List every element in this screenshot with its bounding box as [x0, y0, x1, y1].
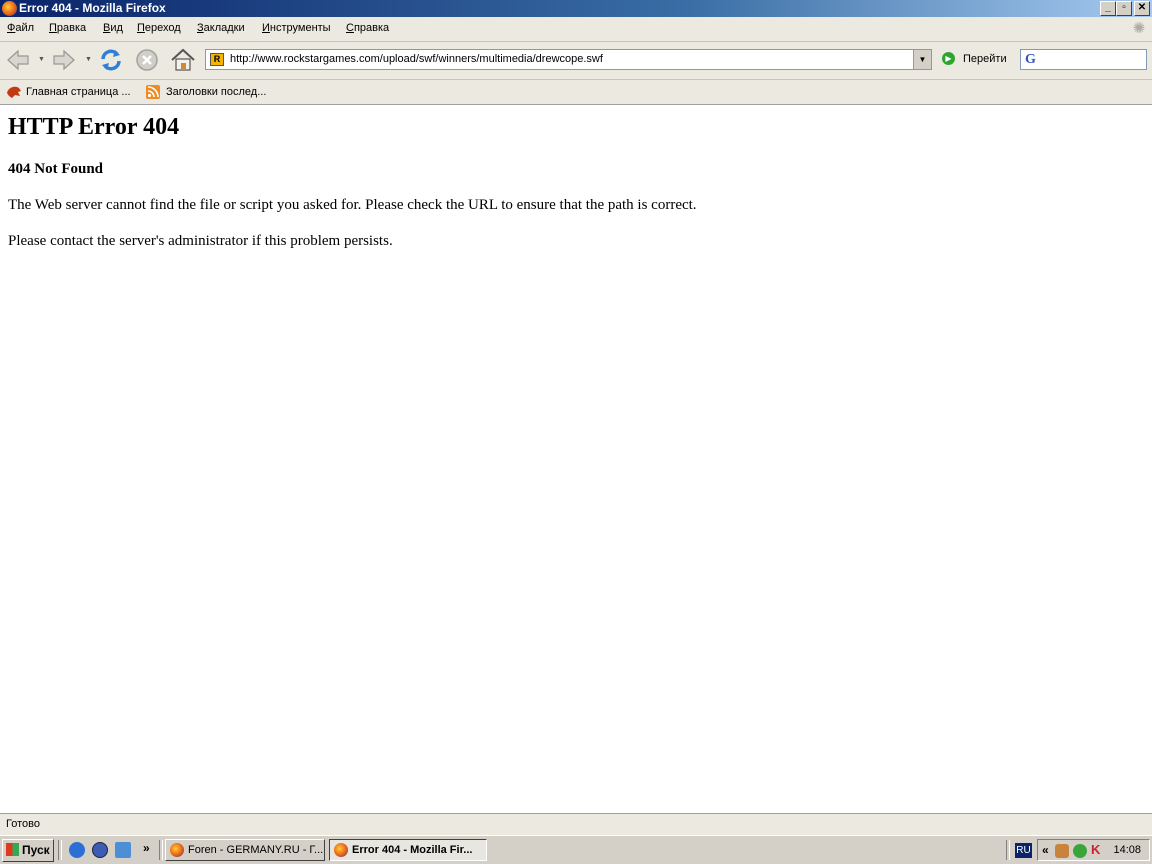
system-tray: « K 14:08: [1037, 839, 1150, 861]
firefox-icon: [170, 843, 184, 857]
forward-dropdown-icon[interactable]: ▼: [85, 56, 92, 63]
tray-app-icon[interactable]: [1055, 844, 1069, 858]
tray-expand-button[interactable]: «: [1042, 843, 1049, 857]
google-search-engine-icon[interactable]: G: [1025, 52, 1036, 68]
taskbar-separator: [159, 840, 163, 860]
search-field[interactable]: G: [1020, 49, 1147, 70]
menu-tools[interactable]: Инструменты: [262, 22, 331, 34]
navigation-toolbar: ▼ ▼ R http://www.rockstargames.com/uploa…: [0, 42, 1152, 80]
title-bar[interactable]: Error 404 - Mozilla Firefox _ ▫ ✕: [0, 0, 1152, 17]
outlook-express-icon[interactable]: [115, 842, 131, 858]
page-subheading: 404 Not Found: [8, 161, 104, 177]
clock[interactable]: 14:08: [1113, 844, 1141, 856]
menu-file[interactable]: Файл: [7, 22, 34, 34]
menu-bookmarks[interactable]: Закладки: [197, 22, 245, 34]
status-bar: Готово: [0, 813, 1152, 836]
rss-feed-icon: [146, 85, 160, 99]
bookmarks-toolbar: Главная страница ... Заголовки послед...: [0, 80, 1152, 105]
menu-bar: Файл Правка Вид Переход Закладки Инструм…: [0, 17, 1152, 42]
bookmark-latest-headlines[interactable]: Заголовки послед...: [146, 85, 266, 99]
page-heading: HTTP Error 404: [8, 114, 180, 140]
page-content: HTTP Error 404 404 Not Found The Web ser…: [0, 105, 1152, 812]
taskbar-separator: [1006, 840, 1010, 860]
tray-clover-icon[interactable]: [1073, 844, 1087, 858]
taskbar-separator: [58, 840, 62, 860]
stop-button[interactable]: [133, 46, 161, 74]
go-button[interactable]: ▶ Перейти: [942, 52, 1007, 65]
internet-explorer-icon[interactable]: [69, 842, 85, 858]
taskbar-button-germany-ru[interactable]: Foren - GERMANY.RU - Г...: [165, 839, 325, 861]
menu-help[interactable]: Справка: [346, 22, 389, 34]
forward-button[interactable]: [50, 46, 78, 74]
start-label: Пуск: [22, 843, 50, 857]
firefox-home-icon: [6, 85, 21, 99]
status-text: Готово: [6, 818, 40, 830]
quick-launch-more-button[interactable]: »: [143, 841, 150, 855]
contact-admin-text: Please contact the server's administrato…: [8, 233, 393, 249]
go-arrow-icon: ▶: [942, 52, 955, 65]
language-indicator[interactable]: RU: [1015, 843, 1032, 858]
close-button[interactable]: ✕: [1134, 1, 1150, 16]
url-field[interactable]: R http://www.rockstargames.com/upload/sw…: [205, 49, 932, 70]
taskbar: Пуск » Foren - GERMANY.RU - Г... Error 4…: [0, 835, 1152, 864]
windows-logo-icon: [6, 843, 19, 856]
taskbar-button-error-404[interactable]: Error 404 - Mozilla Fir...: [329, 839, 487, 861]
stop-icon: [136, 49, 158, 71]
back-arrow-icon: [7, 49, 29, 71]
kaspersky-icon[interactable]: K: [1091, 842, 1100, 857]
error-description: The Web server cannot find the file or s…: [8, 197, 697, 213]
restore-button[interactable]: ▫: [1116, 1, 1132, 16]
reload-button[interactable]: [97, 46, 125, 74]
throbber-icon: ✺: [1132, 20, 1146, 37]
bookmark-home[interactable]: Главная страница ...: [6, 85, 131, 99]
back-button[interactable]: [4, 46, 32, 74]
media-player-icon[interactable]: [92, 842, 108, 858]
firefox-icon: [2, 1, 17, 16]
go-label: Перейти: [963, 52, 1007, 65]
back-dropdown-icon[interactable]: ▼: [38, 56, 45, 63]
start-button[interactable]: Пуск: [2, 839, 54, 862]
url-history-dropdown-icon[interactable]: ▼: [913, 50, 931, 69]
minimize-button[interactable]: _: [1100, 1, 1116, 16]
home-button[interactable]: [169, 46, 197, 74]
site-favicon-icon: R: [210, 53, 224, 66]
home-icon: [171, 48, 195, 71]
url-text[interactable]: http://www.rockstargames.com/upload/swf/…: [230, 53, 603, 65]
menu-go[interactable]: Переход: [137, 22, 181, 34]
firefox-icon: [334, 843, 348, 857]
menu-view[interactable]: Вид: [103, 22, 123, 34]
reload-icon: [101, 49, 121, 71]
window-title: Error 404 - Mozilla Firefox: [19, 1, 166, 15]
forward-arrow-icon: [53, 49, 75, 71]
menu-edit[interactable]: Правка: [49, 22, 86, 34]
